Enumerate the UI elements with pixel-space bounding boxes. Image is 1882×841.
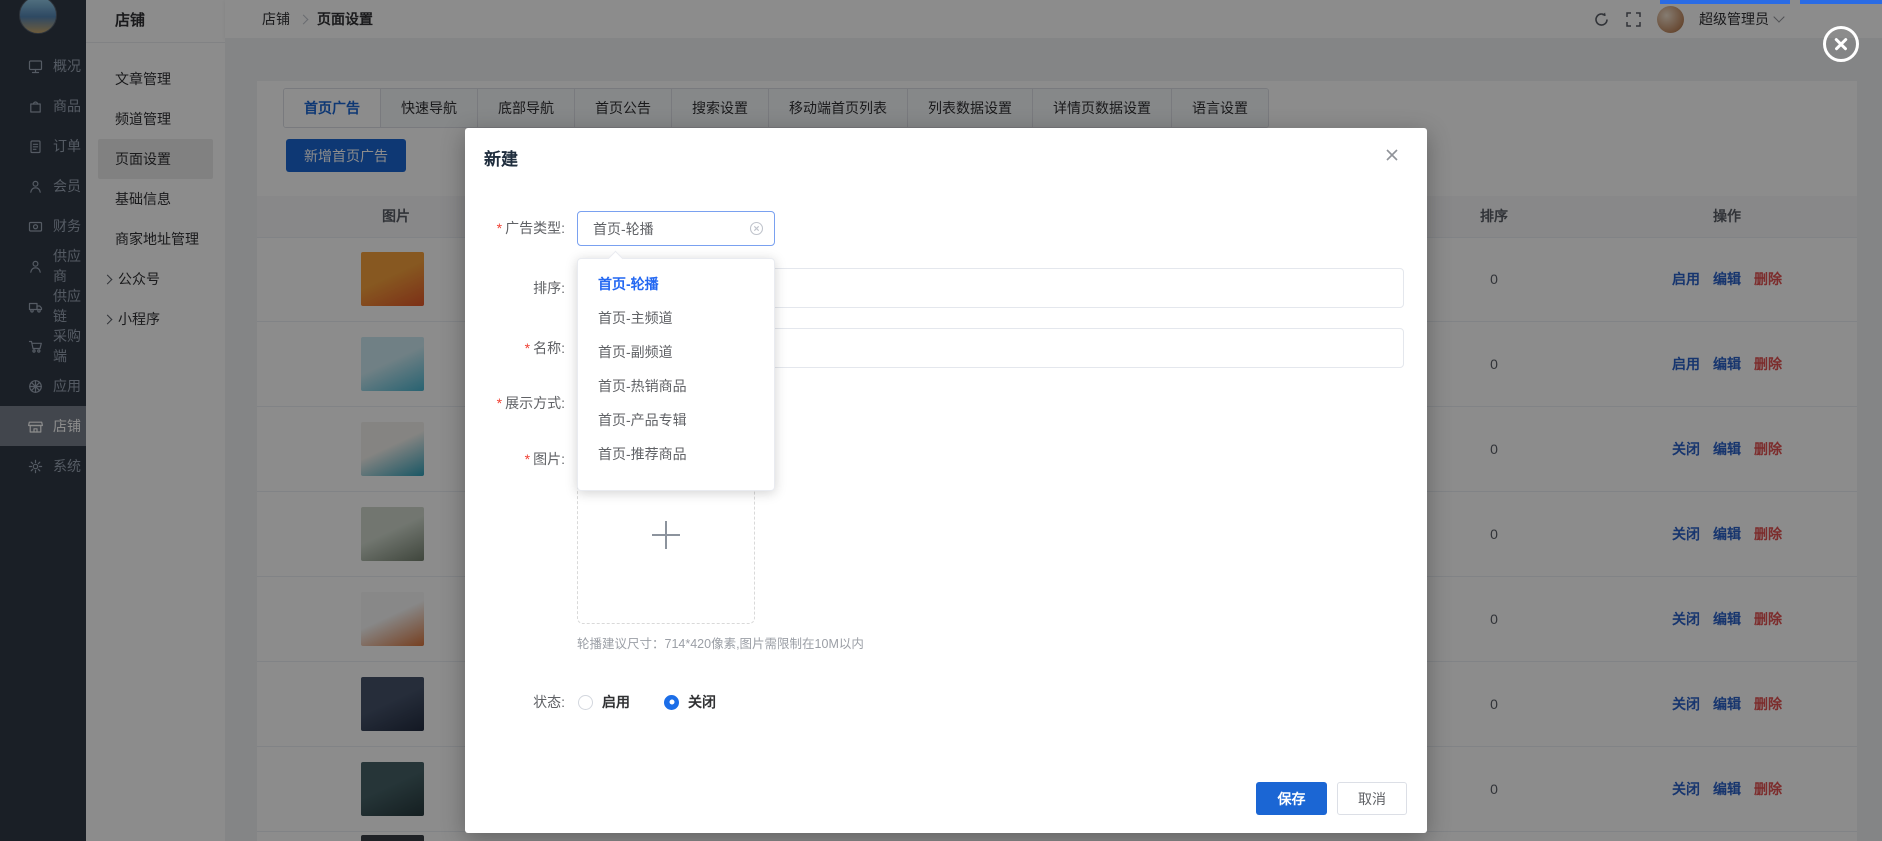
status-radio-group: 启用 关闭 [578,682,750,722]
dropdown-option[interactable]: 首页-推荐商品 [578,437,774,471]
image-label: *图片: [465,439,565,479]
top-indicator-bar [1800,0,1882,4]
floating-close-button[interactable] [1823,26,1859,62]
required-asterisk: * [497,220,502,236]
required-asterisk: * [525,340,530,356]
status-radio-option[interactable]: 关闭 [664,692,716,712]
required-asterisk: * [525,451,530,467]
radio-selected-icon[interactable] [664,695,679,710]
status-label: *状态: [465,682,565,722]
dropdown-option-list: 首页-轮播首页-主频道首页-副频道首页-热销商品首页-产品专辑首页-推荐商品 [578,259,774,471]
save-button[interactable]: 保存 [1256,782,1327,815]
ad-type-select[interactable]: 首页-轮播 [577,211,775,246]
status-radio-option[interactable]: 启用 [578,692,630,712]
upload-hint-text: 轮播建议尺寸：714*420像素,图片需限制在10M以内 [577,633,864,652]
cancel-button[interactable]: 取消 [1337,782,1407,815]
sort-label: *排序: [465,268,565,308]
dropdown-option[interactable]: 首页-产品专辑 [578,403,774,437]
radio-unselected-icon[interactable] [578,695,593,710]
status-option-label: 关闭 [688,692,716,712]
required-asterisk: * [497,395,502,411]
ad-type-label: *广告类型: [465,211,565,246]
dropdown-option[interactable]: 首页-主频道 [578,301,774,335]
name-label: *名称: [465,328,565,368]
display-mode-label: *展示方式: [465,383,565,423]
dropdown-option[interactable]: 首页-副频道 [578,335,774,369]
dialog-close-icon[interactable] [1383,146,1401,164]
dropdown-option[interactable]: 首页-热销商品 [578,369,774,403]
dropdown-option-selected[interactable]: 首页-轮播 [578,267,774,301]
top-indicator-bar [1660,0,1790,4]
ad-type-selected-value: 首页-轮播 [593,219,749,239]
ad-type-dropdown: 首页-轮播首页-主频道首页-副频道首页-热销商品首页-产品专辑首页-推荐商品 [577,258,775,491]
clear-selection-icon[interactable] [749,221,764,236]
status-option-label: 启用 [602,692,630,712]
dialog-title: 新建 [484,145,518,170]
plus-icon [652,521,680,549]
